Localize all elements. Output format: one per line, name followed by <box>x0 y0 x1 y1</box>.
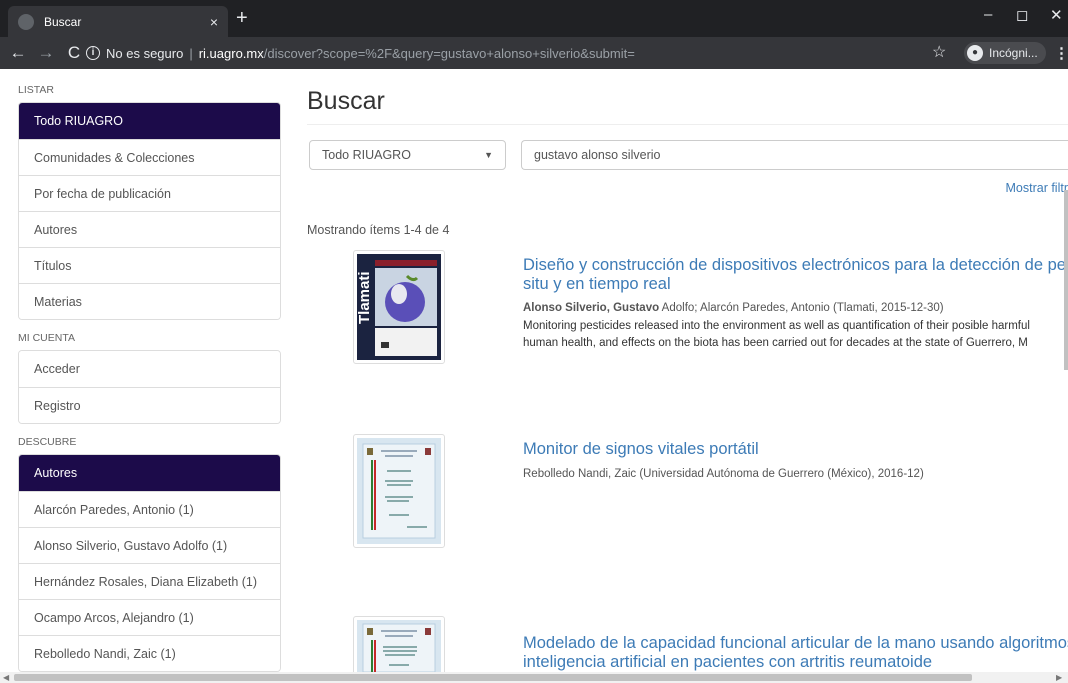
result-thumbnail[interactable] <box>353 434 445 548</box>
incognito-badge[interactable]: ● Incógni... <box>964 42 1046 64</box>
bookmark-star-icon[interactable]: ☆ <box>932 42 946 62</box>
cover-title-text: Tlamati <box>357 271 373 324</box>
incognito-label: Incógni... <box>989 46 1038 60</box>
search-input-value: gustavo alonso silverio <box>534 148 661 162</box>
facet-header-autores: Autores <box>19 455 280 491</box>
facet-item-alonso[interactable]: Alonso Silverio, Gustavo Adolfo (1) <box>19 527 280 563</box>
listar-list: Todo RIUAGRO Comunidades & Colecciones P… <box>18 102 281 320</box>
browser-toolbar: ← → C i No es seguro | ri.uagro.mx /disc… <box>0 37 1068 69</box>
reload-icon[interactable]: C <box>60 43 88 63</box>
sidebar-item-autores[interactable]: Autores <box>19 211 280 247</box>
scope-select[interactable]: Todo RIUAGRO ▼ <box>309 140 506 170</box>
listar-heading: LISTAR <box>18 84 54 96</box>
not-secure-label: No es seguro <box>106 45 184 61</box>
browser-menu-icon[interactable]: ⋮ <box>1054 44 1068 62</box>
url-host: ri.uagro.mx <box>198 45 264 61</box>
result-abstract-cont: human health, and effects on the biota h… <box>523 337 1028 349</box>
close-window-icon[interactable]: ✕ <box>1050 6 1063 24</box>
facet-item-ocampo[interactable]: Ocampo Arcos, Alejandro (1) <box>19 599 280 635</box>
sidebar-item-fecha[interactable]: Por fecha de publicación <box>19 175 280 211</box>
incognito-icon: ● <box>967 45 983 61</box>
show-filters-link[interactable]: Mostrar filtr <box>1006 181 1068 195</box>
result-title-cont[interactable]: inteligencia artificial en pacientes con… <box>523 653 932 672</box>
descubre-list: Autores Alarcón Paredes, Antonio (1) Alo… <box>18 454 281 672</box>
address-bar[interactable]: i No es seguro | ri.uagro.mx /discover?s… <box>86 41 946 65</box>
facet-item-alarcon[interactable]: Alarcón Paredes, Antonio (1) <box>19 491 280 527</box>
url-separator: | <box>189 45 193 61</box>
vertical-scrollbar[interactable] <box>1064 190 1068 370</box>
result-meta: Alonso Silverio, Gustavo Adolfo; Alarcón… <box>523 302 944 314</box>
url-path: /discover?scope=%2F&query=gustavo+alonso… <box>263 45 635 61</box>
title-divider <box>307 124 1068 125</box>
result-thumbnail[interactable] <box>353 616 445 676</box>
sidebar-item-todo-riuagro[interactable]: Todo RIUAGRO <box>19 103 280 139</box>
forward-icon[interactable]: → <box>32 43 60 63</box>
scroll-right-icon[interactable]: ▶ <box>1056 672 1062 683</box>
thesis-cover-image <box>357 438 441 544</box>
minimize-icon[interactable]: – <box>984 6 992 23</box>
back-icon[interactable]: ← <box>4 43 32 63</box>
cuenta-heading: MI CUENTA <box>18 332 75 344</box>
result-title[interactable]: Monitor de signos vitales portátil <box>523 440 759 459</box>
sidebar: LISTAR Todo RIUAGRO Comunidades & Colecc… <box>18 80 281 683</box>
maximize-icon[interactable]: ◻ <box>1016 6 1028 24</box>
search-input[interactable]: gustavo alonso silverio <box>521 140 1068 170</box>
result-title[interactable]: Diseño y construcción de dispositivos el… <box>523 256 1068 275</box>
result-meta-rest: Adolfo; Alarcón Paredes, Antonio (Tlamat… <box>659 302 944 314</box>
sidebar-item-materias[interactable]: Materias <box>19 283 280 319</box>
thesis-cover-image <box>357 620 441 673</box>
facet-item-rebolledo[interactable]: Rebolledo Nandi, Zaic (1) <box>19 635 280 671</box>
result-author-highlight: Alonso Silverio, Gustavo <box>523 302 660 314</box>
facet-item-hernandez[interactable]: Hernández Rosales, Diana Elizabeth (1) <box>19 563 280 599</box>
result-thumbnail[interactable]: Tlamati <box>353 250 445 364</box>
horizontal-scroll-thumb[interactable] <box>14 674 972 681</box>
scroll-left-icon[interactable]: ◀ <box>3 672 9 683</box>
main-content: Buscar Todo RIUAGRO ▼ gustavo alonso sil… <box>307 80 1068 676</box>
tab-close-icon[interactable]: × <box>210 14 218 30</box>
result-title-cont[interactable]: situ y en tiempo real <box>523 275 671 294</box>
sidebar-item-registro[interactable]: Registro <box>19 387 280 423</box>
browser-tab-bar: Buscar × + – ◻ ✕ <box>0 0 1068 37</box>
horizontal-scrollbar[interactable]: ◀ ▶ <box>0 672 1068 683</box>
journal-cover-image: Tlamati <box>356 254 441 360</box>
chevron-down-icon: ▼ <box>484 150 493 160</box>
cuenta-list: Acceder Registro <box>18 350 281 424</box>
result-title[interactable]: Modelado de la capacidad funcional artic… <box>523 634 1068 653</box>
result-abstract: Monitoring pesticides released into the … <box>523 320 1030 332</box>
sidebar-item-comunidades[interactable]: Comunidades & Colecciones <box>19 139 280 175</box>
page-title: Buscar <box>307 87 385 115</box>
sidebar-item-titulos[interactable]: Títulos <box>19 247 280 283</box>
result-count: Mostrando ítems 1-4 de 4 <box>307 223 450 237</box>
tab-title: Buscar <box>44 14 82 29</box>
browser-tab[interactable]: Buscar × <box>8 6 228 37</box>
descubre-heading: DESCUBRE <box>18 436 77 448</box>
new-tab-icon[interactable]: + <box>236 8 248 28</box>
scope-select-value: Todo RIUAGRO <box>322 148 411 162</box>
sidebar-item-acceder[interactable]: Acceder <box>19 351 280 387</box>
favicon-icon <box>18 13 34 30</box>
info-icon[interactable]: i <box>86 46 100 60</box>
result-meta: Rebolledo Nandi, Zaic (Universidad Autón… <box>523 468 924 480</box>
